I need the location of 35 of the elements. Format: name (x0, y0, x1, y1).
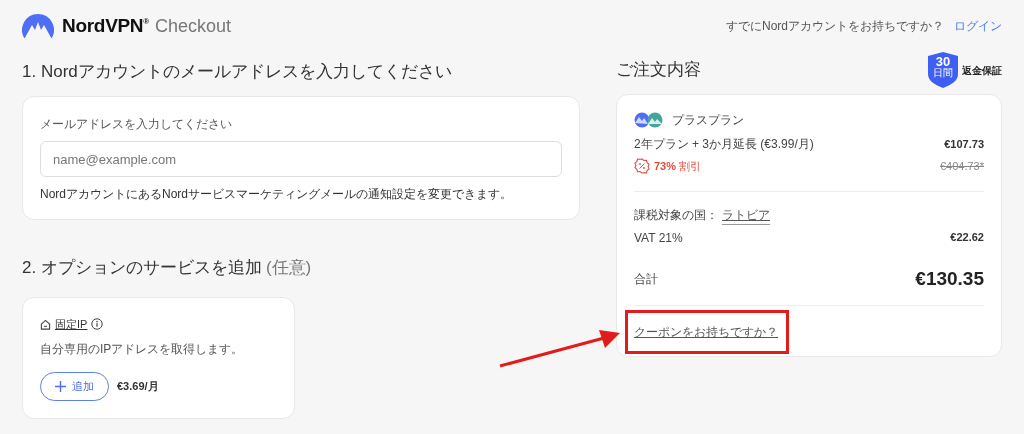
field-note: NordアカウントにあるNordサービスマーケティングメールの通知設定を変更できます。 (40, 186, 514, 204)
total-amount: €130.35 (915, 266, 984, 291)
country-link[interactable]: ラトビア (722, 205, 770, 225)
section-title: 1. Nordアカウントのメールアドレスを入力してください (22, 62, 453, 83)
email-field[interactable]: name@example.com (40, 141, 562, 178)
page-subtitle: Checkout (154, 14, 231, 38)
optional-note: (任意) (265, 257, 312, 280)
section-title: 2. オプションのサービスを追加 (22, 257, 262, 280)
addon-price: €3.69/月 (117, 379, 159, 395)
vat-amount: €22.62 (950, 230, 984, 246)
home-icon (40, 318, 51, 330)
original-price: €404.73* (939, 159, 984, 174)
brand-name: NordVPN$^{®}$ (62, 13, 149, 38)
guarantee-badge: 30 日間 (928, 52, 958, 88)
plan-name: プラスプラン (672, 112, 744, 129)
plan-line: 2年プラン + 3か月延長 (€3.99/月) (634, 136, 814, 153)
guarantee-label: 返金保証 (962, 63, 1002, 78)
addon-name[interactable]: 固定IP (55, 315, 88, 333)
vat-label: VAT 21% (634, 229, 683, 247)
login-prompt: すでにNordアカウントをお持ちですか？ (726, 18, 944, 35)
add-button[interactable]: 追加 (40, 372, 109, 401)
line-price: €107.73 (944, 136, 984, 152)
logo-icon (22, 14, 54, 38)
discount-icon (634, 158, 650, 175)
section-title: ご注文内容 (616, 59, 701, 81)
discount-label: 73% 割引 (654, 159, 702, 174)
addon-description: 自分専用のIPアドレスを取得します。 (40, 341, 245, 359)
info-icon[interactable] (91, 318, 104, 331)
plus-icon (55, 381, 66, 393)
field-label: メールアドレスを入力してください (40, 116, 233, 134)
login-link[interactable]: ログイン (954, 17, 1002, 35)
tax-country-label: 課税対象の国： (634, 207, 718, 224)
coupon-link[interactable]: クーポンをお持ちですか？ (634, 325, 778, 339)
total-label: 合計 (634, 270, 658, 288)
plan-icons (634, 112, 664, 128)
